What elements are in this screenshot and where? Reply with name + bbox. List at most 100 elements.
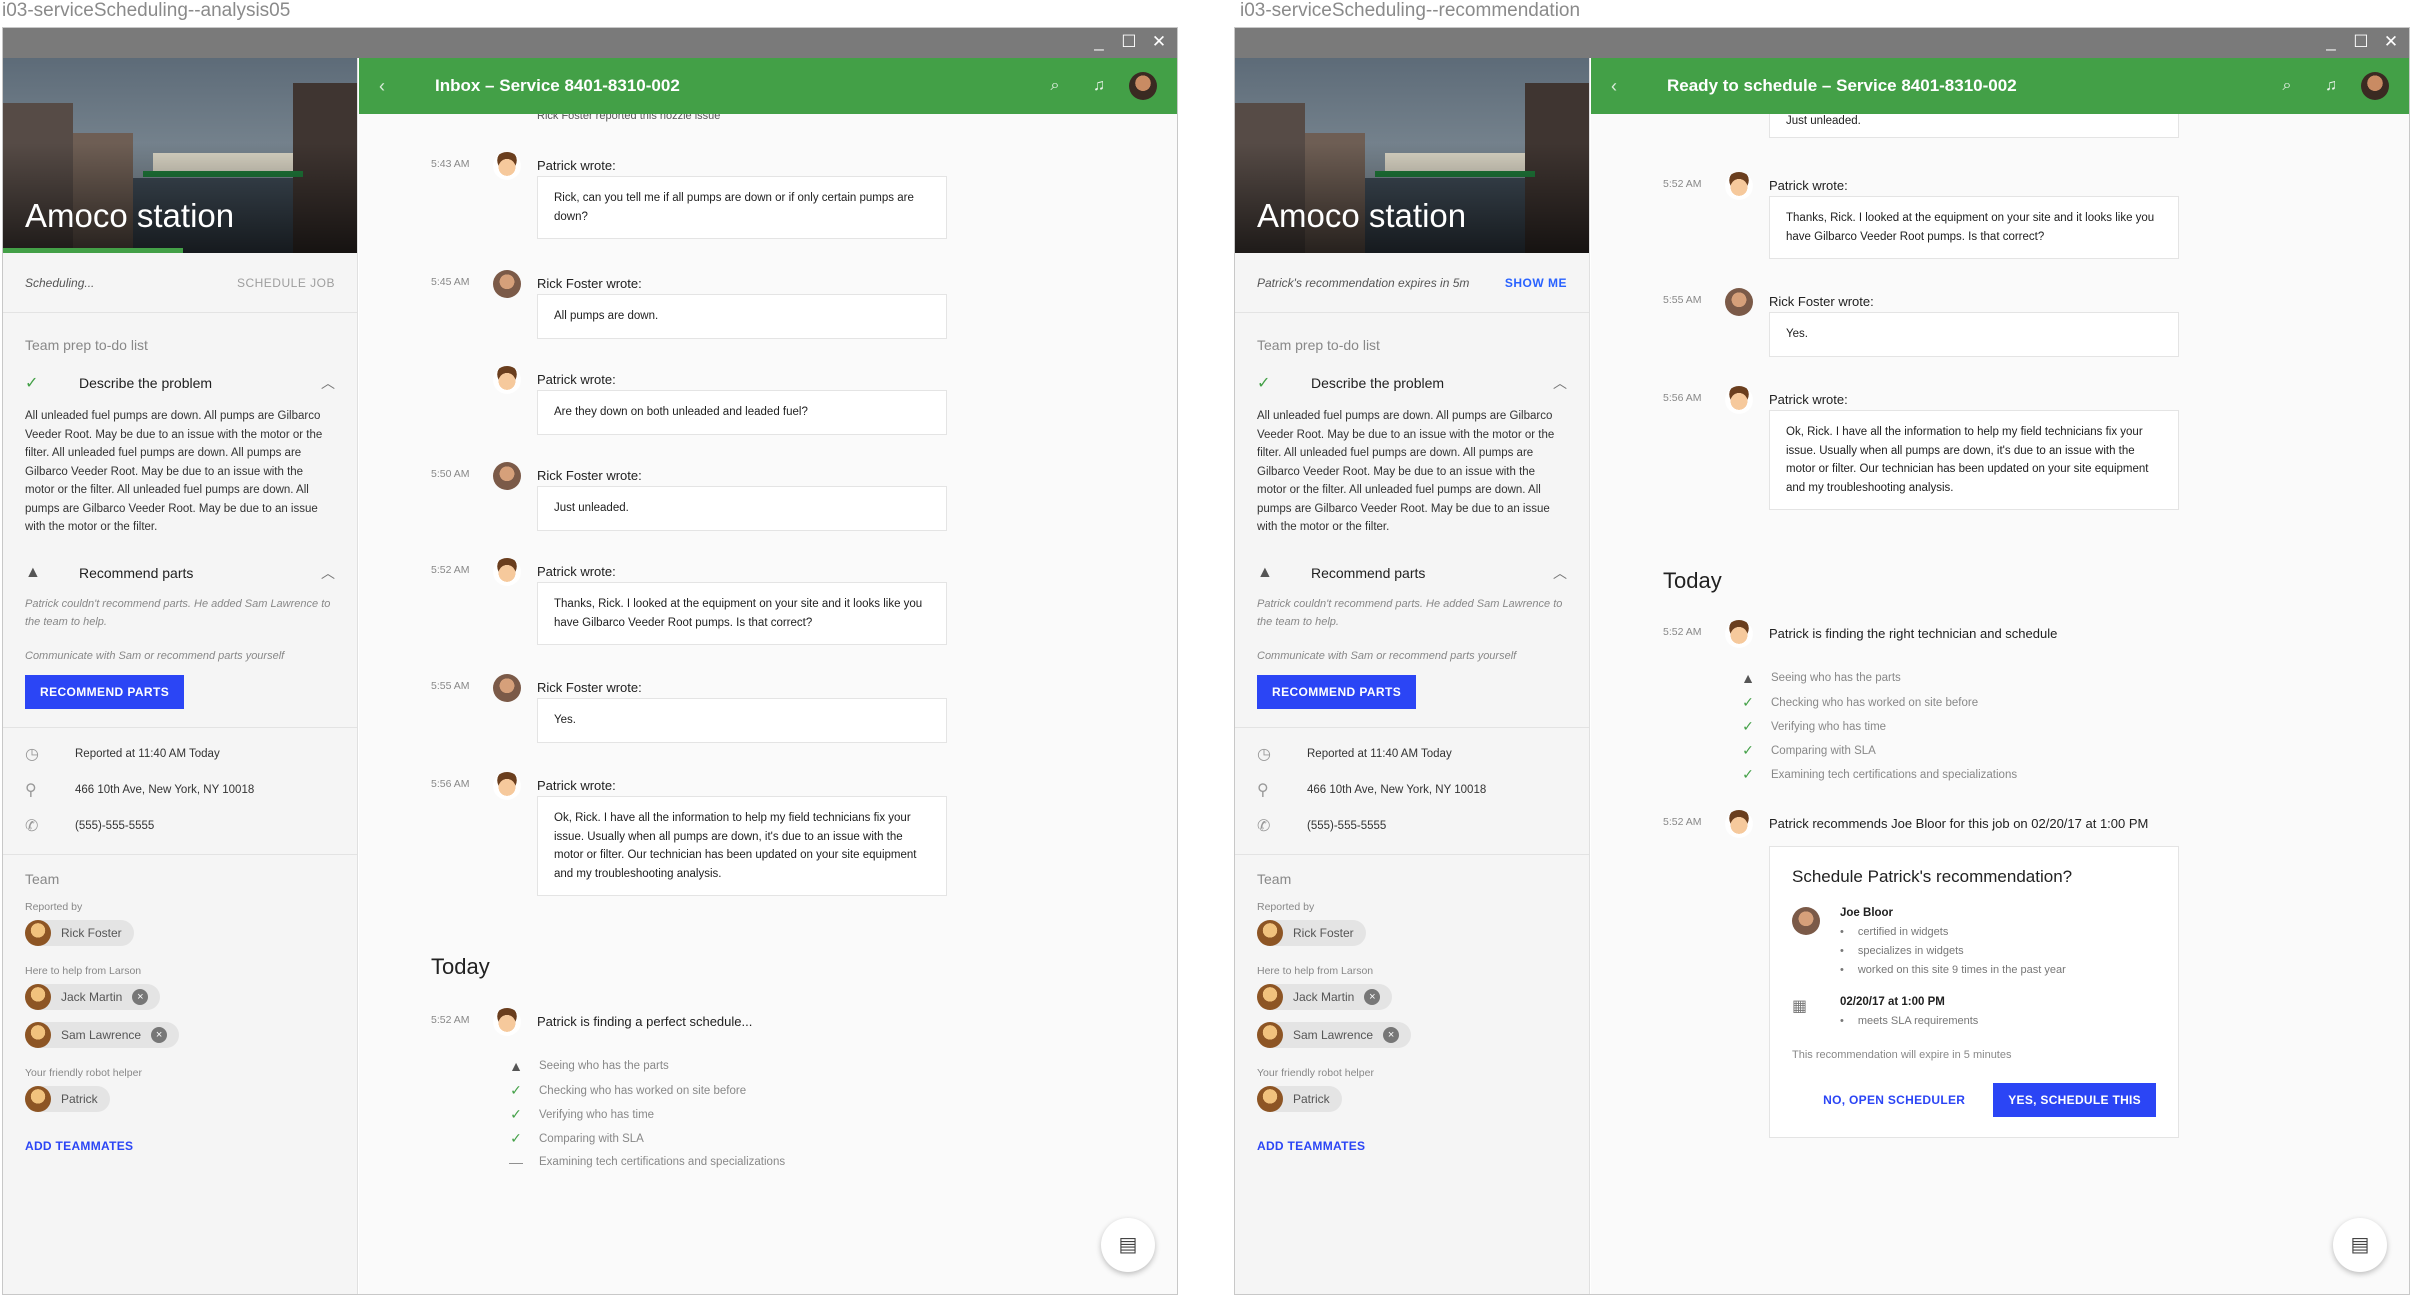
minimize-icon[interactable]: _ [2323,32,2339,52]
chip-name: Patrick [1293,1091,1330,1106]
maximize-icon[interactable]: ☐ [2353,32,2369,52]
team-header: Team [1257,870,1292,887]
step-text: Checking who has worked on site before [1771,696,1979,709]
maximize-icon[interactable]: ☐ [1121,32,1137,52]
message-feed[interactable]: Just unleaded. 5:52 AM Patrick wrote: Than… [1591,114,2409,1294]
todo-describe[interactable]: ✓ Describe the problem ︿ [25,373,335,393]
bell-icon[interactable]: ♫ [1077,77,1121,95]
todo-label: Recommend parts [1311,564,1426,581]
station-hero-image: Amoco station [3,58,357,253]
frame-label: i03-serviceScheduling--analysis05 [2,0,291,21]
close-icon[interactable]: ✕ [1151,32,1167,52]
status-text: Scheduling... [25,275,95,290]
remove-icon[interactable]: × [151,1026,168,1043]
team-chip-robot[interactable]: Patrick [25,1085,110,1112]
add-teammates-button[interactable]: ADD TEAMMATES [25,1139,133,1153]
team-chip-reporter[interactable]: Rick Foster [1257,919,1366,946]
avatar [493,270,521,298]
remove-icon[interactable]: × [1383,1026,1400,1043]
message-feed[interactable]: Rick Foster reported this nozzle issue 5… [359,114,1177,1294]
chevron-up-icon[interactable]: ︿ [1553,373,1567,393]
avatar [1257,919,1283,946]
schedule-job-button[interactable]: SCHEDULE JOB [237,276,335,290]
warning-icon: ▲ [1741,670,1755,686]
warning-icon: ▲ [509,1058,523,1074]
frame-label: i03-serviceScheduling--recommendation [1240,0,1581,21]
bell-icon[interactable]: ♫ [2309,77,2353,95]
recommend-parts-button[interactable]: RECOMMEND PARTS [25,674,185,709]
avatar [1257,983,1283,1010]
address[interactable]: 466 10th Ave, New York, NY 10018 [75,784,254,796]
phone-number[interactable]: (555)-555-5555 [75,820,154,832]
message-bubble: Thanks, Rick. I looked at the equipment … [1769,196,2179,259]
team-header: Team [25,870,60,887]
robot-label: Your friendly robot helper [25,1066,142,1079]
message-bubble: Are they down on both unleaded and leade… [537,390,947,435]
technician-name: Joe Bloor [1840,907,1894,919]
show-me-button[interactable]: SHOW ME [1505,276,1567,290]
recommendation-card: Schedule Patrick's recommendation? Joe B… [1769,846,2179,1138]
schedule-this-button[interactable]: YES, SCHEDULE THIS [1993,1083,2156,1117]
open-scheduler-button[interactable]: NO, OPEN SCHEDULER [1823,1093,1965,1107]
chip-name: Jack Martin [1293,989,1355,1004]
chat-fab[interactable]: ▤ [2333,1218,2387,1272]
phone-number[interactable]: (555)-555-5555 [1307,820,1386,832]
team-chip-reporter[interactable]: Rick Foster [25,919,134,946]
search-icon[interactable]: ⌕ [2265,77,2309,95]
avatar [493,558,521,586]
dash-icon: — [509,1154,523,1170]
address[interactable]: 466 10th Ave, New York, NY 10018 [1307,784,1486,796]
message-time: 5:43 AM [431,158,470,170]
chat-fab[interactable]: ▤ [1101,1218,1155,1272]
message-time: 5:56 AM [431,778,470,790]
chevron-up-icon[interactable]: ︿ [1553,563,1567,583]
avatar [493,674,521,702]
avatar [25,919,51,946]
clock-icon: ◷ [25,745,39,763]
chevron-up-icon[interactable]: ︿ [321,373,335,393]
location-pin-icon: ⚲ [25,781,37,799]
page-title: Inbox – Service 8401-8310-002 [435,76,680,95]
recommend-parts-button[interactable]: RECOMMEND PARTS [1257,674,1417,709]
add-teammates-button[interactable]: ADD TEAMMATES [1257,1139,1365,1153]
back-arrow-icon[interactable]: ‹ [379,76,435,97]
todo-recommend[interactable]: ▲ Recommend parts ︿ [25,563,335,583]
todo-describe[interactable]: ✓ Describe the problem ︿ [1257,373,1567,393]
scheduled-date: 02/20/17 at 1:00 PM [1840,996,1945,1008]
tech-point: specializes in widgets [1840,942,2066,961]
message-author: Patrick wrote: [537,564,616,579]
todo-header: Team prep to-do list [1257,337,1380,353]
message-bubble: Yes. [537,698,947,743]
message-time: 5:50 AM [431,468,470,480]
back-arrow-icon[interactable]: ‹ [1611,76,1667,97]
main-panel: ‹ Ready to schedule – Service 8401-8310-… [1591,58,2409,1294]
remove-icon[interactable]: × [132,988,149,1005]
search-icon[interactable]: ⌕ [1033,77,1077,95]
message-bubble: Just unleaded. [1769,114,2179,138]
message-bubble: Thanks, Rick. I looked at the equipment … [537,582,947,645]
step-text: Seeing who has the parts [539,1060,669,1072]
chip-name: Rick Foster [61,925,122,940]
avatar [1725,288,1753,316]
team-chip-helper[interactable]: Sam Lawrence × [1257,1021,1412,1048]
team-chip-helper[interactable]: Sam Lawrence × [25,1021,180,1048]
clock-icon: ◷ [1257,745,1271,763]
todo-recommend[interactable]: ▲ Recommend parts ︿ [1257,563,1567,583]
chevron-up-icon[interactable]: ︿ [321,563,335,583]
message-time: 5:56 AM [1663,392,1702,404]
check-icon: ✓ [1742,766,1754,782]
close-icon[interactable]: ✕ [2383,32,2399,52]
team-chip-robot[interactable]: Patrick [1257,1085,1342,1112]
status-message: Patrick is finding the right technician … [1769,626,2058,641]
clipped-message: Rick Foster reported this nozzle issue [537,114,721,122]
chip-name: Jack Martin [61,989,123,1004]
message-author: Patrick wrote: [1769,178,1848,193]
user-avatar[interactable] [2361,72,2389,100]
team-chip-helper[interactable]: Jack Martin × [1257,983,1393,1010]
minimize-icon[interactable]: _ [1091,32,1107,52]
team-chip-helper[interactable]: Jack Martin × [25,983,161,1010]
message-bubble: Yes. [1769,312,2179,357]
remove-icon[interactable]: × [1364,988,1381,1005]
user-avatar[interactable] [1129,72,1157,100]
avatar [493,772,521,800]
